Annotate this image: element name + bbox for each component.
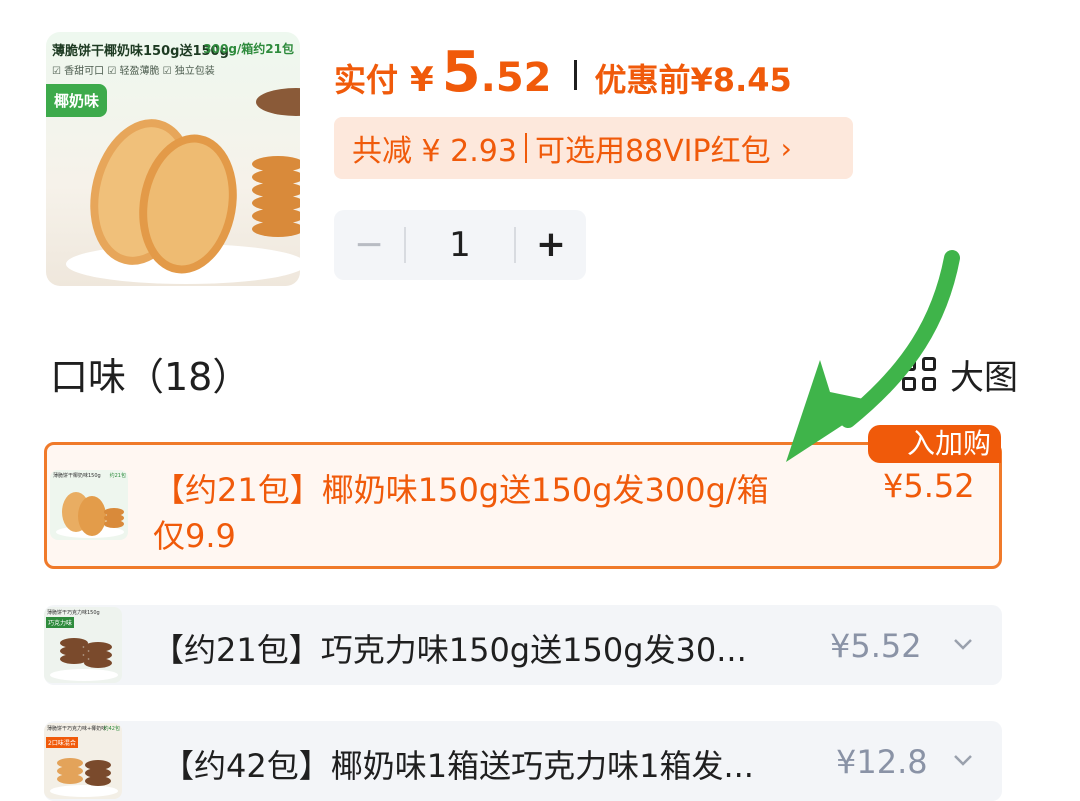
option-label: 【约42包】椰奶味1箱送巧克力味1箱发... (162, 747, 754, 785)
option-thumbnail: 薄脆饼干巧克力味+椰奶味 约42包 2口味混合 (44, 723, 122, 799)
price-before-label: 优惠前 (594, 61, 691, 99)
decrement-button[interactable]: − (334, 210, 404, 280)
price-integer: 5 (441, 40, 481, 105)
large-view-toggle[interactable]: 大图 (900, 350, 1018, 399)
coupon-divider (524, 133, 527, 163)
chevron-down-icon[interactable] (952, 633, 974, 655)
flavor-option[interactable]: 薄脆饼干巧克力味+椰奶味 约42包 2口味混合 【约42包】椰奶味1箱送巧克力味… (44, 721, 1002, 801)
large-view-label: 大图 (950, 358, 1018, 398)
option-thumbnail: 薄脆饼干椰奶味150g 约21包 (50, 470, 128, 540)
price-before-value: ¥8.45 (690, 61, 792, 99)
price-decimal: .52 (480, 55, 552, 101)
flavor-section-title: 口味（18） (50, 355, 251, 399)
increment-button[interactable]: + (516, 210, 586, 280)
coupon-discount: 共减 ¥ 2.93 (352, 134, 517, 169)
chevron-right-icon: › (780, 131, 792, 165)
quantity-stepper[interactable]: − 1 + (334, 210, 586, 280)
price-label: 实付 (334, 61, 399, 99)
price-row: 实付 ¥ 5 .52 优惠前 ¥8.45 (334, 40, 792, 110)
option-thumbnail: 薄脆饼干巧克力味150g 巧克力味 (44, 607, 122, 683)
grid-icon (900, 355, 940, 395)
product-image[interactable]: 薄脆饼干椰奶味150g送150g 300g/箱约21包 ☑ 香甜可口 ☑ 轻盈薄… (46, 32, 300, 286)
flavor-option-selected[interactable]: 薄脆饼干椰奶味150g 约21包 【约21包】椰奶味150g送150g发300g… (44, 442, 1002, 569)
add-to-cart-badge: 入加购 (868, 425, 1001, 463)
biscuit-illustration (66, 88, 300, 284)
coupon-offer: 可选用88VIP红包 (534, 134, 771, 169)
option-label: 【约21包】巧克力味150g送150g发30... (152, 631, 747, 669)
option-label-line2: 仅9.9 (153, 517, 236, 555)
quantity-value[interactable]: 1 (406, 225, 514, 265)
coupon-bar[interactable]: 共减 ¥ 2.93 可选用88VIP红包 › (334, 117, 853, 179)
price-divider (573, 60, 577, 90)
option-price: ¥5.52 (883, 467, 975, 505)
option-label-line1: 【约21包】椰奶味150g送150g发300g/箱 (153, 471, 769, 509)
option-price: ¥5.52 (830, 627, 922, 665)
price-currency: ¥ (410, 60, 434, 100)
flavor-option[interactable]: 薄脆饼干巧克力味150g 巧克力味 【约21包】巧克力味150g送150g发30… (44, 605, 1002, 685)
option-price: ¥12.8 (836, 743, 928, 781)
chevron-down-icon[interactable] (952, 749, 974, 771)
